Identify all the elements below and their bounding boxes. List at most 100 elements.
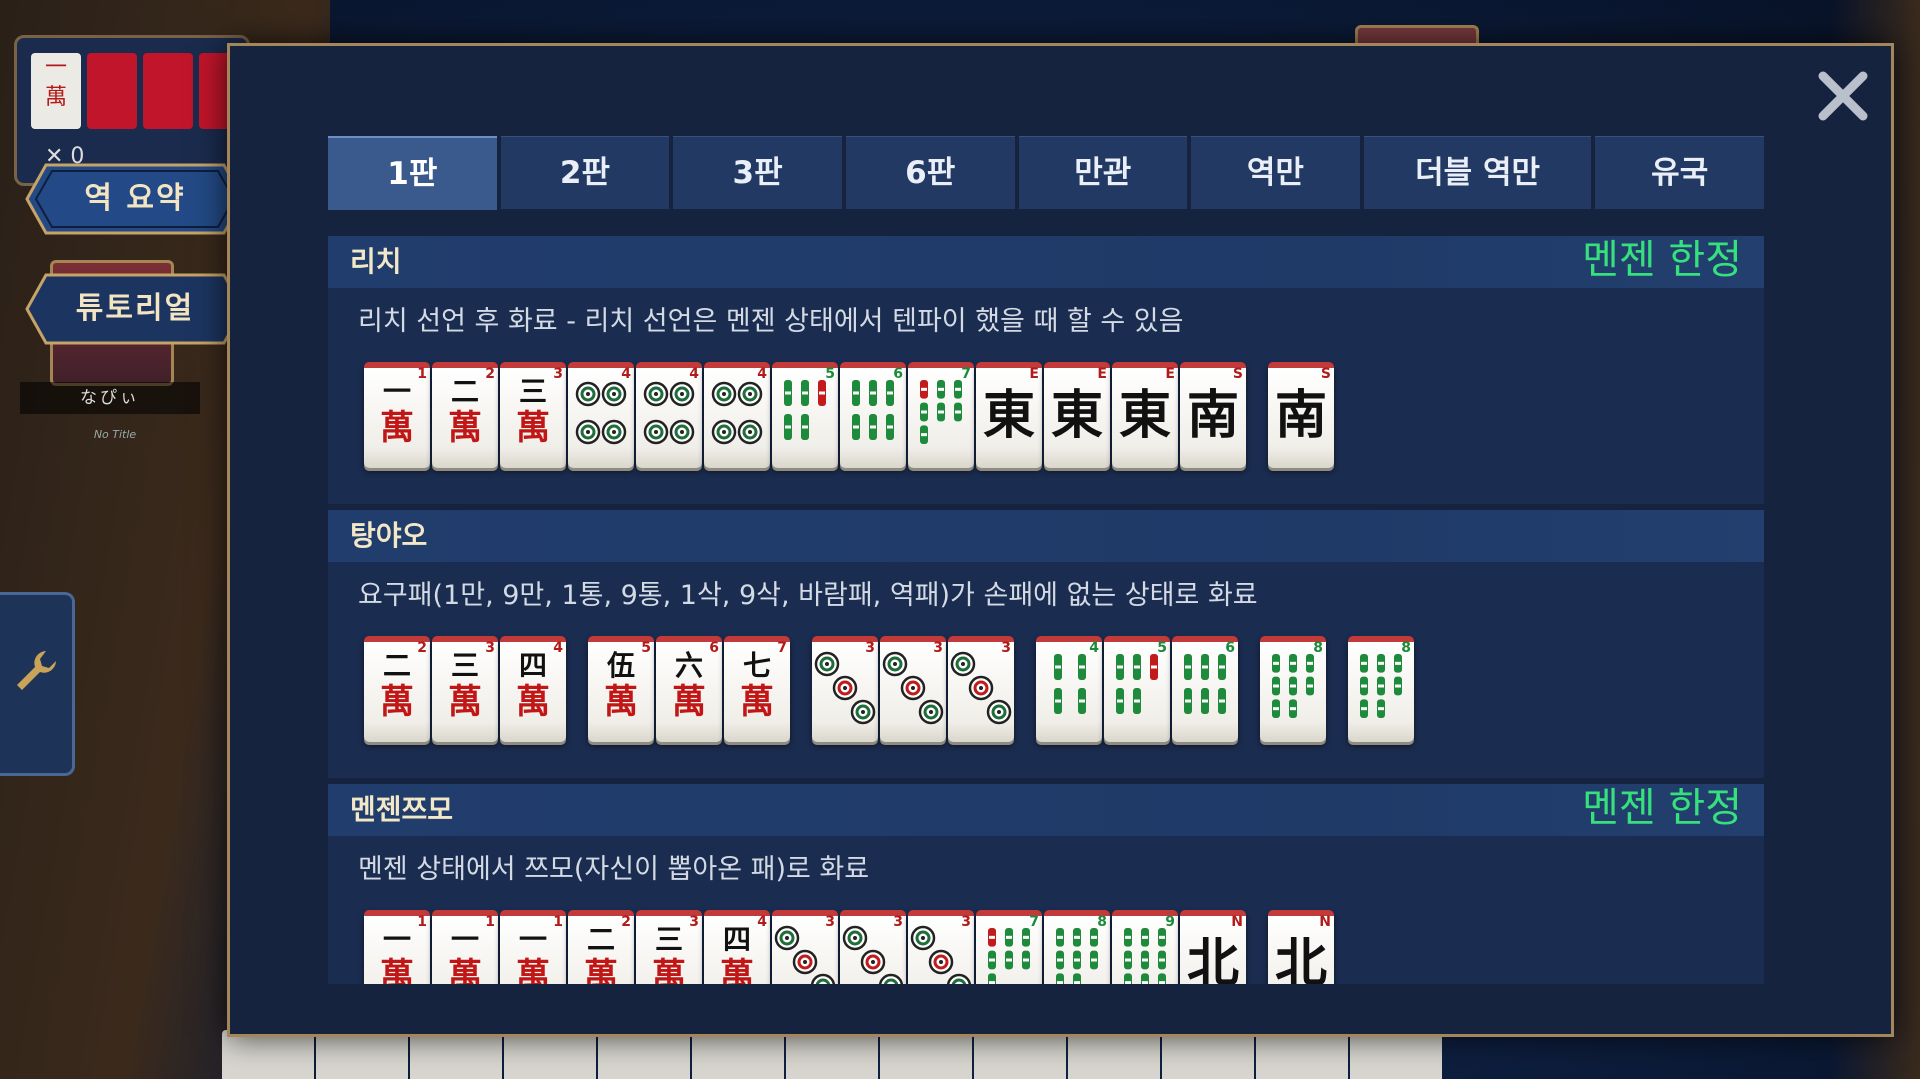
close-button[interactable] bbox=[1815, 68, 1871, 124]
tab-7[interactable]: 더블 역만 bbox=[1363, 136, 1592, 209]
man-numeral: 四 bbox=[518, 649, 547, 682]
mahjong-tile-sou: 5 bbox=[772, 362, 838, 468]
man-character: 萬 bbox=[740, 682, 774, 722]
man-numeral: 一 bbox=[518, 923, 547, 956]
man-character: 萬 bbox=[516, 682, 550, 722]
yaku-summary-button[interactable]: 역 요약 bbox=[24, 162, 246, 236]
yaku-summary-label: 역 요약 bbox=[84, 181, 186, 216]
mahjong-tile-honor: N北 bbox=[1268, 910, 1334, 984]
example-hand: 1一萬2二萬3三萬444567E東E東E東S南S南 bbox=[328, 344, 1764, 504]
yaku-modal: 1판 2판 3판 6판 만관 역만 더블 역만 유국 리치 멘젠 한정 리치 선언 후 화료 - … bbox=[227, 43, 1894, 1037]
tile-face bbox=[772, 924, 838, 984]
mahjong-tile-man: 1一萬 bbox=[500, 910, 566, 984]
tab-1[interactable]: 1판 bbox=[328, 136, 497, 210]
tile-back bbox=[87, 53, 137, 129]
mahjong-tile-man: 2二萬 bbox=[568, 910, 634, 984]
tab-3[interactable]: 3판 bbox=[673, 136, 842, 209]
settings-tool-button[interactable] bbox=[0, 592, 75, 776]
yaku-section-header: 리치 멘젠 한정 bbox=[328, 236, 1764, 288]
tile-face bbox=[1348, 650, 1414, 734]
menzen-only-badge: 멘젠 한정 bbox=[1582, 785, 1742, 831]
man-numeral: 六 bbox=[674, 649, 703, 682]
mahjong-tile-sou: 9 bbox=[1112, 910, 1178, 984]
menzen-only-badge: 멘젠 한정 bbox=[1582, 237, 1742, 283]
tile-face bbox=[1112, 924, 1178, 984]
man-character: 萬 bbox=[448, 956, 482, 984]
mahjong-tile-sou: 8 bbox=[1348, 636, 1414, 742]
man-character: 萬 bbox=[672, 682, 706, 722]
mahjong-tile-sou: 5 bbox=[1104, 636, 1170, 742]
yaku-section: 탕야오 요구패(1만, 9만, 1통, 9통, 1삭, 9삭, 바람패, 역패)가… bbox=[328, 510, 1764, 778]
yaku-description: 리치 선언 후 화료 - 리치 선언은 멘젠 상태에서 텐파이 했을 때 할 수… bbox=[358, 306, 1184, 337]
tab-2[interactable]: 2판 bbox=[500, 136, 670, 209]
mahjong-tile-pin: 3 bbox=[948, 636, 1014, 742]
mahjong-tile-pin: 3 bbox=[772, 910, 838, 984]
mahjong-tile-pin: 4 bbox=[568, 362, 634, 468]
honor-character: 北 bbox=[1186, 933, 1239, 984]
player-title: No Title bbox=[93, 428, 137, 441]
tutorial-label: 튜토리얼 bbox=[75, 291, 195, 326]
man-numeral: 三 bbox=[654, 923, 683, 956]
tile-face bbox=[1260, 650, 1326, 734]
tile-face bbox=[840, 924, 906, 984]
honor-character: 東 bbox=[1118, 385, 1171, 446]
example-hand: 1一萬1一萬1一萬2二萬3三萬4四萬333789N北N北 bbox=[328, 892, 1764, 984]
tile-face: 一萬 bbox=[364, 375, 430, 449]
tile-face bbox=[1036, 650, 1102, 734]
tile-face bbox=[840, 376, 906, 460]
mahjong-tile-sou: 6 bbox=[1172, 636, 1238, 742]
tile-face bbox=[908, 924, 974, 984]
tab-4[interactable]: 6판 bbox=[845, 136, 1015, 209]
tile-face: 三萬 bbox=[636, 923, 702, 985]
mahjong-tile-sou: 8 bbox=[1260, 636, 1326, 742]
tile-face bbox=[1172, 650, 1238, 734]
mahjong-tile-man: 2二萬 bbox=[432, 362, 498, 468]
mahjong-tile-honor: N北 bbox=[1180, 910, 1246, 984]
mahjong-tile-sou: 8 bbox=[1044, 910, 1110, 984]
mahjong-tile-man: 1一萬 bbox=[364, 362, 430, 468]
man-numeral: 二 bbox=[450, 375, 479, 408]
tile-face bbox=[948, 650, 1014, 734]
man-character: 萬 bbox=[720, 956, 754, 984]
tile-face bbox=[568, 376, 634, 460]
mahjong-tile-man: 7七萬 bbox=[724, 636, 790, 742]
man-numeral: 二 bbox=[382, 649, 411, 682]
man-character: 萬 bbox=[604, 682, 638, 722]
man-character: 萬 bbox=[448, 682, 482, 722]
man-numeral: 伍 bbox=[606, 649, 635, 682]
tile-face: 一萬 bbox=[432, 924, 498, 985]
wrench-icon bbox=[17, 651, 56, 690]
mahjong-tile-sou: 4 bbox=[1036, 636, 1102, 742]
tab-8[interactable]: 유국 bbox=[1595, 136, 1765, 209]
mahjong-tile-man: 3三萬 bbox=[636, 910, 702, 984]
yaku-title: 리치 bbox=[350, 245, 402, 278]
mahjong-tile-man: 2二萬 bbox=[364, 636, 430, 742]
han-tabs: 1판 2판 3판 6판 만관 역만 더블 역만 유국 bbox=[328, 136, 1765, 210]
tab-5[interactable]: 만관 bbox=[1018, 136, 1188, 209]
yaku-title: 멘젠쯔모 bbox=[350, 793, 454, 826]
mahjong-tile-pin: 3 bbox=[840, 910, 906, 984]
tile-face bbox=[636, 376, 702, 460]
mahjong-tile-sou: 7 bbox=[976, 910, 1042, 984]
close-icon bbox=[1818, 71, 1868, 121]
yaku-section: 리치 멘젠 한정리치 선언 후 화료 - 리치 선언은 멘젠 상태에서 텐파이 했… bbox=[328, 236, 1764, 504]
man-character: 萬 bbox=[584, 956, 618, 984]
yaku-section-header: 멘젠쯔모 멘젠 한정 bbox=[328, 784, 1764, 836]
tile-face bbox=[772, 376, 838, 460]
honor-character: 北 bbox=[1274, 933, 1327, 984]
man-numeral: 二 bbox=[586, 923, 615, 956]
man-character: 萬 bbox=[448, 408, 482, 448]
honor-character: 東 bbox=[982, 385, 1035, 446]
mahjong-tile-man: 5伍萬 bbox=[588, 636, 654, 742]
mahjong-tile-man: 4四萬 bbox=[500, 636, 566, 742]
yaku-section: 멘젠쯔모 멘젠 한정 멘젠 상태에서 쯔모(자신이 뽑아온 패)로 화료 1 一萬 1 一萬… bbox=[328, 784, 1764, 984]
man-character: 萬 bbox=[380, 408, 414, 448]
tutorial-button[interactable]: 튜토리얼 bbox=[24, 272, 246, 346]
man-numeral: 一 bbox=[382, 375, 411, 408]
mahjong-tile-man: 4四萬 bbox=[704, 910, 770, 984]
mahjong-tile-pin: 3 bbox=[880, 636, 946, 742]
tile-face: 二萬 bbox=[364, 649, 430, 723]
mahjong-tile-man: 3三萬 bbox=[500, 362, 566, 468]
man-character: 萬 bbox=[516, 956, 550, 984]
tab-6[interactable]: 역만 bbox=[1191, 136, 1360, 209]
